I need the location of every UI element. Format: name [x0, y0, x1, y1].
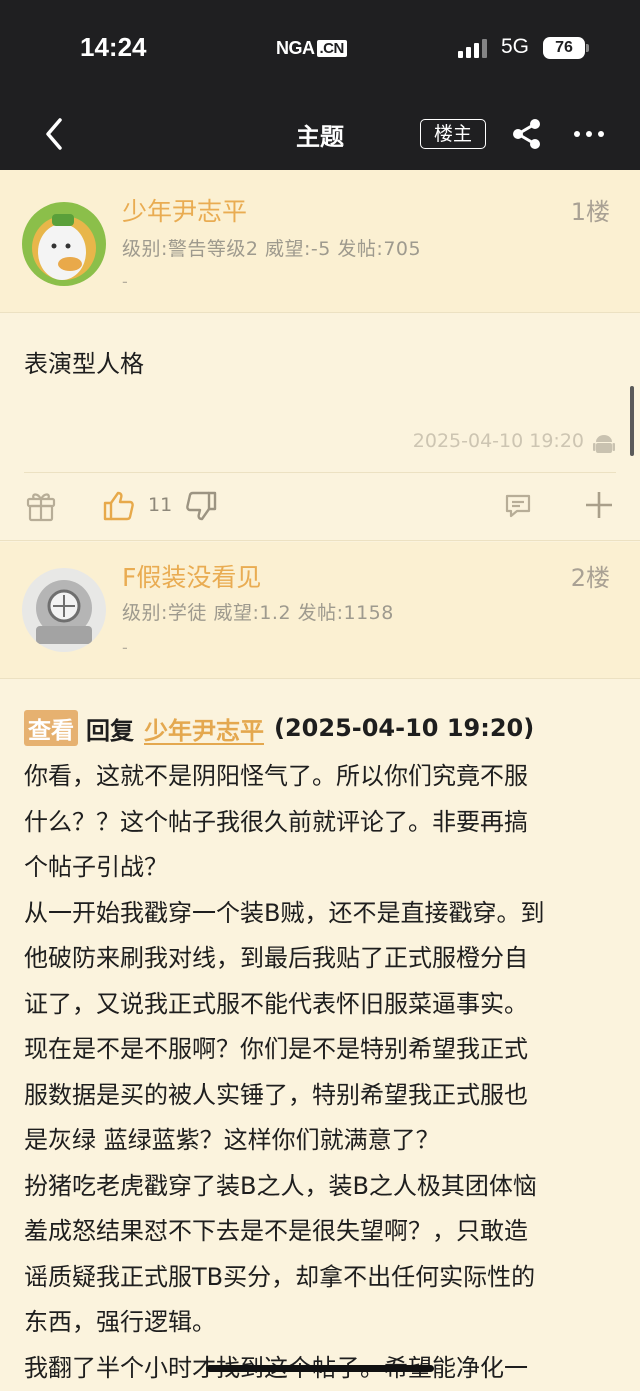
divider: [0, 540, 640, 541]
app-logo-text: NGA: [276, 38, 315, 59]
post-content: 你看，这就不是阴阳怪气了。所以你们究竟不服 什么？？这个帖子我很久前就评论了。非…: [24, 754, 622, 1391]
reply-quote: 查看 回复 少年尹志平 (2025-04-10 19:20): [24, 710, 534, 746]
signal-icon: [458, 38, 487, 58]
user-signature: -: [122, 272, 128, 291]
more-icon[interactable]: [572, 122, 606, 146]
text-line: 你看，这就不是阴阳怪气了。所以你们究竟不服: [24, 754, 622, 800]
text-line: 现在是不是不服啊？你们是不是特别希望我正式: [24, 1027, 622, 1073]
android-icon: [593, 432, 615, 456]
home-indicator[interactable]: [206, 1365, 434, 1372]
owner-only-button[interactable]: 楼主: [420, 119, 486, 149]
divider: [24, 472, 616, 473]
text-line: 个帖子引战？: [24, 845, 622, 891]
divider: [0, 312, 640, 313]
post-header: 少年尹志平 1楼 级别:警告等级2 威望:-5 发帖:705 -: [0, 170, 640, 312]
battery-tip: [586, 44, 589, 52]
divider: [0, 678, 640, 679]
user-meta: 级别:警告等级2 威望:-5 发帖:705: [122, 234, 421, 261]
text-line: 羞成怒结果怼不下去是不是很失望啊？，只敢造: [24, 1209, 622, 1255]
text-line: 什么？？这个帖子我很久前就评论了。非要再搞: [24, 800, 622, 846]
like-count: 11: [148, 494, 172, 516]
add-icon[interactable]: [584, 490, 614, 524]
battery-icon: 76: [543, 37, 585, 59]
author-name[interactable]: F假装没看见: [122, 558, 261, 594]
scrollbar[interactable]: [630, 386, 634, 456]
avatar[interactable]: [22, 568, 106, 652]
text-line: 服数据是买的被人实锤了，特别希望我正式服也: [24, 1073, 622, 1119]
text-line: 谣质疑我正式服TB买分，却拿不出任何实际性的: [24, 1255, 622, 1301]
view-badge[interactable]: 查看: [24, 710, 78, 746]
reply-time: (2025-04-10 19:20): [274, 714, 534, 742]
post-content: 表演型人格: [24, 344, 144, 379]
thumbs-up-icon[interactable]: [102, 489, 136, 527]
status-time: 14:24: [80, 32, 147, 63]
text-line: 从一开始我戳穿一个装B贼，还不是直接戳穿。到: [24, 891, 622, 937]
floor-number: 1楼: [571, 192, 610, 227]
reply-label: 回复: [86, 711, 134, 746]
post-header: F假装没看见 2楼 级别:学徒 威望:1.2 发帖:1158 -: [0, 542, 640, 678]
app-logo-cn: .CN: [317, 40, 347, 57]
user-meta: 级别:学徒 威望:1.2 发帖:1158: [122, 598, 394, 625]
text-line: 东西，强行逻辑。: [24, 1300, 622, 1346]
text-line: 扮猪吃老虎戳穿了装B之人，装B之人极其团体恼: [24, 1164, 622, 1210]
comment-icon[interactable]: [504, 492, 532, 524]
text-line: 他破防来刷我对线，到最后我贴了正式服橙分自: [24, 936, 622, 982]
app-logo: NGA .CN: [276, 38, 347, 59]
page-title: 主题: [0, 117, 640, 152]
post-timestamp: 2025-04-10 19:20: [413, 430, 584, 452]
reply-to-user[interactable]: 少年尹志平: [144, 711, 264, 746]
user-signature: -: [122, 638, 128, 657]
avatar[interactable]: [22, 202, 106, 286]
text-line: 证了，又说我正式服不能代表怀旧服菜逼事实。: [24, 982, 622, 1028]
share-icon[interactable]: [510, 118, 544, 150]
back-arrow-icon[interactable]: [38, 112, 72, 156]
gift-icon[interactable]: [26, 490, 56, 526]
floor-number: 2楼: [571, 558, 610, 593]
top-bar: 14:24 NGA .CN 5G 76 主题 楼主: [0, 0, 640, 170]
network-label: 5G: [501, 35, 529, 59]
thumbs-down-icon[interactable]: [184, 489, 218, 527]
text-line: 是灰绿 蓝绿蓝紫？这样你们就满意了？: [24, 1118, 622, 1164]
author-name[interactable]: 少年尹志平: [122, 192, 247, 228]
